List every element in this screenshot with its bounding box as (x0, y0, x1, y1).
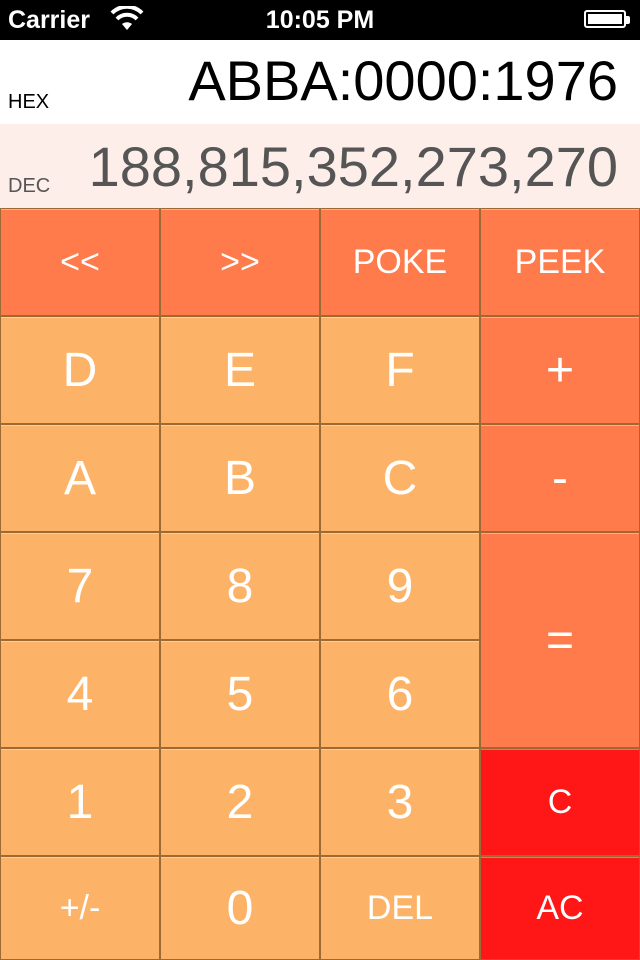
key-5[interactable]: 5 (160, 640, 320, 748)
hex-display: HEX ABBA:0000:1976 (0, 40, 640, 124)
key-6[interactable]: 6 (320, 640, 480, 748)
key-3[interactable]: 3 (320, 748, 480, 856)
status-bar: Carrier 10:05 PM (0, 0, 640, 40)
clock: 10:05 PM (265, 6, 375, 34)
key-7[interactable]: 7 (0, 532, 160, 640)
equals-button[interactable]: = (480, 532, 640, 748)
hex-value: ABBA:0000:1976 (188, 49, 618, 112)
all-clear-button[interactable]: AC (480, 856, 640, 960)
key-d[interactable]: D (0, 316, 160, 424)
key-c-hex[interactable]: C (320, 424, 480, 532)
dec-label: DEC (8, 175, 51, 197)
key-2[interactable]: 2 (160, 748, 320, 856)
key-0[interactable]: 0 (160, 856, 320, 960)
key-9[interactable]: 9 (320, 532, 480, 640)
dec-display: DEC 188,815,352,273,270 (0, 124, 640, 208)
battery-icon (584, 10, 630, 28)
poke-button[interactable]: POKE (320, 208, 480, 316)
key-8[interactable]: 8 (160, 532, 320, 640)
delete-button[interactable]: DEL (320, 856, 480, 960)
clear-button[interactable]: C (480, 748, 640, 856)
dec-value: 188,815,352,273,270 (88, 135, 618, 198)
peek-button[interactable]: PEEK (480, 208, 640, 316)
sign-toggle-button[interactable]: +/- (0, 856, 160, 960)
key-f[interactable]: F (320, 316, 480, 424)
hex-label: HEX (8, 91, 50, 113)
minus-button[interactable]: - (480, 424, 640, 532)
key-b[interactable]: B (160, 424, 320, 532)
shift-left-button[interactable]: << (0, 208, 160, 316)
shift-right-button[interactable]: >> (160, 208, 320, 316)
key-1[interactable]: 1 (0, 748, 160, 856)
plus-button[interactable]: + (480, 316, 640, 424)
key-e[interactable]: E (160, 316, 320, 424)
key-4[interactable]: 4 (0, 640, 160, 748)
keypad: << >> POKE PEEK D E F + A B C - 7 8 9 = … (0, 208, 640, 960)
key-a[interactable]: A (0, 424, 160, 532)
